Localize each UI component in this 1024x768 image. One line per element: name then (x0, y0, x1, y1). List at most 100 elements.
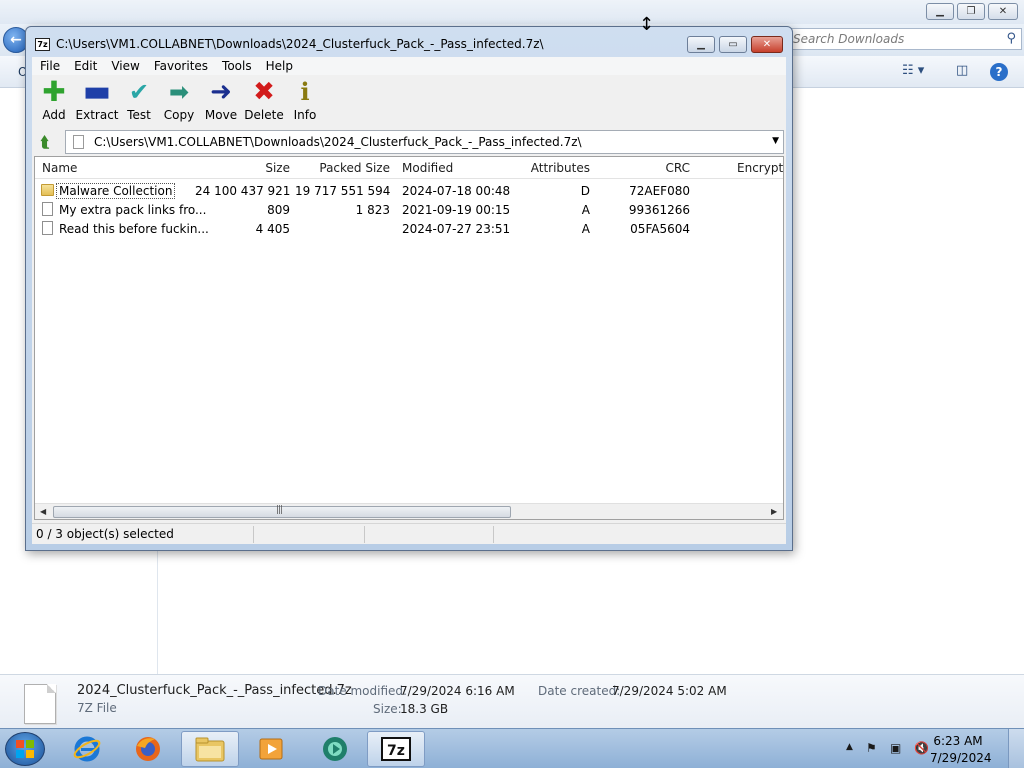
info-icon: i (300, 77, 310, 106)
close-button[interactable]: ✕ (751, 36, 783, 53)
file-list[interactable]: Name Size Packed Size Modified Attribute… (34, 156, 784, 520)
7zip-icon: 7z (381, 737, 411, 761)
status-bar: 0 / 3 object(s) selected (32, 523, 786, 544)
file-type-icon (24, 684, 56, 724)
column-packed-size[interactable]: Packed Size (305, 161, 390, 175)
help-icon[interactable]: ? (990, 63, 1008, 81)
row-crc: 99361266 (628, 203, 690, 217)
network-icon[interactable]: ▣ (890, 741, 901, 755)
size-value: 18.3 GB (400, 702, 449, 716)
test-button[interactable]: ✔ Test (126, 79, 152, 125)
horizontal-scrollbar[interactable]: ◀ ||| ▶ (35, 503, 783, 519)
row-name: My extra pack links fro... (59, 203, 207, 217)
7zip-titlebar[interactable]: 7z C:\Users\VM1.COLLABNET\Downloads\2024… (26, 27, 792, 57)
action-center-flag-icon[interactable]: ⚑ (866, 741, 877, 755)
taskbar-media-player[interactable] (242, 731, 300, 767)
copy-button[interactable]: ➡ Copy (163, 79, 195, 125)
scroll-left-icon[interactable]: ◀ (40, 507, 46, 516)
menu-file[interactable]: File (32, 57, 66, 75)
row-size: 809 (267, 203, 290, 217)
show-hidden-icons-icon[interactable]: ▲ (846, 742, 853, 752)
menu-view[interactable]: View (103, 57, 145, 75)
menu-edit[interactable]: Edit (66, 57, 103, 75)
svg-text:7z: 7z (387, 743, 405, 759)
file-icon (42, 202, 53, 216)
start-button[interactable] (5, 732, 45, 766)
date-modified-value: 7/29/2024 6:16 AM (400, 684, 515, 698)
x-icon: ✖ (253, 77, 275, 107)
column-modified[interactable]: Modified (402, 161, 453, 175)
explorer-restore-button[interactable]: ❐ (957, 3, 985, 20)
column-encrypted[interactable]: Encrypte (737, 161, 783, 175)
explorer-titlebar (0, 0, 1024, 24)
table-row[interactable]: Read this before fuckin... 4 405 2024-07… (35, 220, 783, 239)
row-size: 4 405 (255, 222, 290, 236)
minus-icon: ▬ (82, 74, 112, 109)
info-button[interactable]: i Info (293, 79, 317, 125)
row-packed-size: 19 717 551 594 (295, 184, 391, 198)
scroll-right-icon[interactable]: ▶ (771, 507, 777, 516)
document-icon (73, 135, 84, 149)
column-crc[interactable]: CRC (635, 161, 691, 175)
copy-label: Copy (163, 108, 195, 122)
file-explorer-icon (195, 737, 225, 762)
move-label: Move (204, 108, 238, 122)
table-row[interactable]: My extra pack links fro... 809 1 823 202… (35, 201, 783, 220)
address-text: C:\Users\VM1.COLLABNET\Downloads\2024_Cl… (94, 135, 582, 149)
row-size: 24 100 437 921 (195, 184, 291, 198)
toolbar: ✚ Add ▬ Extract ✔ Test ➡ Copy ➜ Move ✖ D… (32, 77, 786, 129)
row-modified: 2024-07-27 23:51 (402, 222, 511, 236)
file-icon (42, 221, 53, 235)
preview-pane-icon[interactable]: ◫ (956, 63, 968, 78)
status-text: 0 / 3 object(s) selected (36, 527, 174, 541)
search-input[interactable]: Search Downloads ⚲ (786, 28, 1022, 50)
show-desktop-button[interactable] (1008, 729, 1024, 768)
up-folder-icon[interactable]: ⮬ (36, 133, 54, 151)
address-bar[interactable]: C:\Users\VM1.COLLABNET\Downloads\2024_Cl… (65, 130, 784, 154)
taskbar-file-explorer[interactable] (181, 731, 239, 767)
status-divider (493, 526, 494, 543)
row-attributes: A (581, 222, 590, 236)
menu-favorites[interactable]: Favorites (146, 57, 214, 75)
column-name[interactable]: Name (42, 161, 77, 175)
details-filetype: 7Z File (77, 701, 117, 715)
volume-muted-icon[interactable]: 🔇 (914, 741, 929, 755)
plus-icon: ✚ (42, 75, 66, 108)
explorer-close-button[interactable]: ✕ (988, 3, 1018, 20)
menu-help[interactable]: Help (258, 57, 299, 75)
7zip-app-icon: 7z (35, 38, 50, 51)
move-button[interactable]: ➜ Move (205, 79, 237, 125)
chevron-down-icon[interactable]: ▼ (772, 136, 779, 146)
row-attributes: D (580, 184, 590, 198)
taskbar-app[interactable] (306, 731, 364, 767)
7zip-title: C:\Users\VM1.COLLABNET\Downloads\2024_Cl… (56, 37, 544, 51)
resize-cursor-icon: ↕ (639, 14, 655, 35)
taskbar-7zip[interactable]: 7z (367, 731, 425, 767)
menu-tools[interactable]: Tools (214, 57, 258, 75)
scrollbar-thumb[interactable]: ||| (53, 505, 511, 518)
delete-label: Delete (244, 108, 284, 122)
address-row: ⮬ C:\Users\VM1.COLLABNET\Downloads\2024_… (32, 129, 786, 155)
delete-button[interactable]: ✖ Delete (244, 77, 284, 125)
column-size[interactable]: Size (235, 161, 290, 175)
row-modified: 2021-09-19 00:15 (402, 203, 511, 217)
maximize-button[interactable]: ▭ (719, 36, 747, 53)
info-label: Info (293, 108, 317, 122)
explorer-minimize-button[interactable]: ▁ (926, 3, 954, 20)
clock-time[interactable]: 6:23 AM (930, 734, 986, 748)
7zip-client-area: File Edit View Favorites Tools Help ✚ Ad… (32, 57, 786, 544)
search-placeholder: Search Downloads (793, 32, 905, 46)
taskbar-internet-explorer[interactable] (58, 731, 116, 767)
table-row[interactable]: Malware Collection 24 100 437 921 19 717… (35, 182, 783, 201)
view-options-icon[interactable]: ☷ ▾ (902, 63, 924, 78)
add-button[interactable]: ✚ Add (41, 75, 67, 125)
status-divider (253, 526, 254, 543)
column-attributes[interactable]: Attributes (505, 161, 590, 175)
clock-date[interactable]: 7/29/2024 (930, 751, 992, 765)
taskbar-firefox[interactable] (119, 731, 177, 767)
extract-button[interactable]: ▬ Extract (76, 74, 119, 125)
row-name: Malware Collection (56, 183, 176, 199)
media-player-icon (259, 738, 283, 760)
minimize-button[interactable]: ▁ (687, 36, 715, 53)
details-filename: 2024_Clusterfuck_Pack_-_Pass_infected.7z (77, 683, 352, 698)
